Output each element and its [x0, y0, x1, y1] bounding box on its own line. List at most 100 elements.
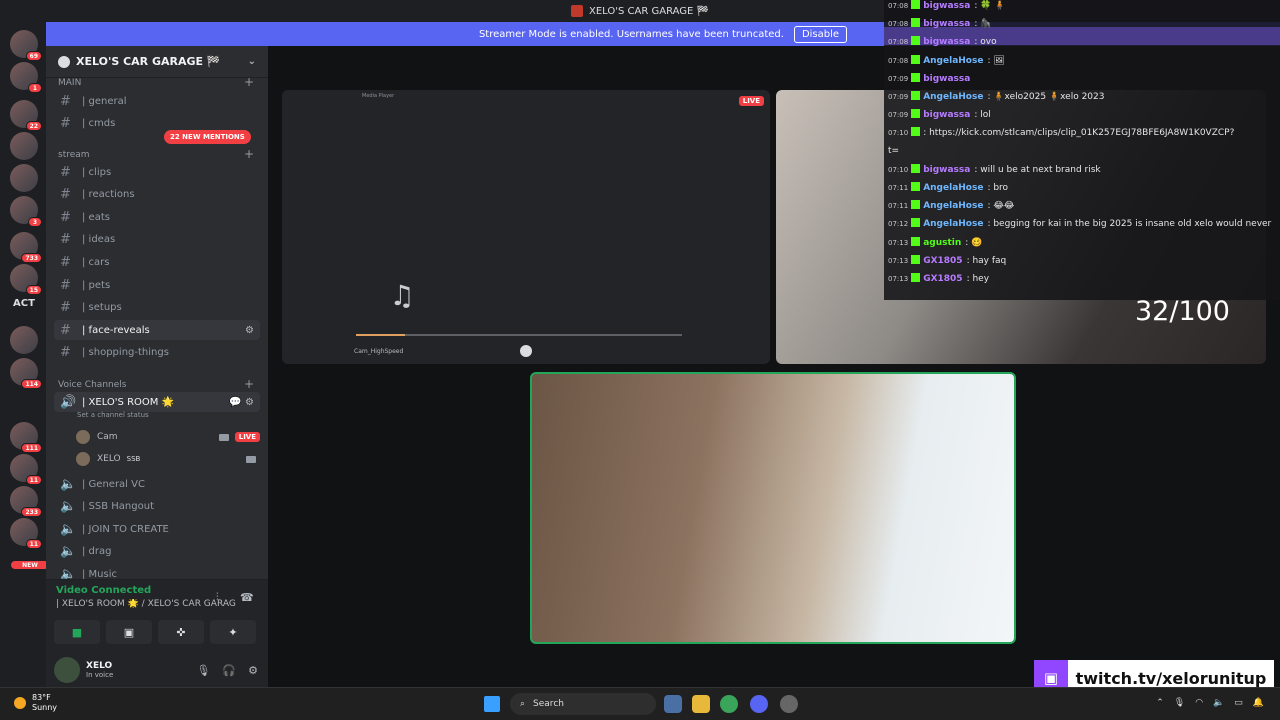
hash-icon: # — [60, 322, 71, 338]
channel-tools-icons[interactable]: 💬 ⚙ — [229, 397, 254, 408]
text-channel-item[interactable]: # | clips — [54, 162, 260, 182]
hash-icon: # — [60, 115, 71, 131]
noise-suppression-icon[interactable]: ⫶ — [216, 592, 219, 603]
add-channel-icon[interactable]: + — [244, 377, 254, 391]
user-name[interactable]: XELO — [86, 661, 113, 671]
screen-share-button[interactable]: ▣ — [106, 620, 152, 644]
server-icon[interactable]: 114 — [10, 358, 42, 389]
unread-badge: 3 — [28, 217, 42, 227]
app-icon[interactable] — [780, 695, 798, 713]
text-channel-item[interactable]: # | face-reveals ⚙ — [54, 320, 260, 341]
category-voice-channels[interactable]: Voice Channels — [58, 380, 126, 390]
weather-temp: 83°F — [32, 693, 51, 702]
text-channel-item[interactable]: # | eats — [54, 207, 260, 227]
server-icon[interactable]: 1 — [10, 62, 42, 93]
taskbar-search[interactable]: ⌕ Search — [510, 693, 656, 715]
gear-icon[interactable]: ⚙ — [248, 664, 258, 677]
add-channel-icon[interactable]: + — [244, 75, 254, 89]
avatar[interactable] — [54, 657, 80, 683]
kick-badge-icon — [911, 109, 921, 119]
category-main[interactable]: MAIN — [58, 78, 81, 88]
server-icon[interactable] — [10, 132, 38, 160]
chat-message: 07:09 bigwassa: lol — [888, 109, 1276, 120]
kick-badge-icon — [911, 254, 921, 264]
channel-label: | JOIN TO CREATE — [82, 523, 169, 535]
server-icon-act[interactable]: ACT — [6, 298, 42, 309]
disconnect-icon[interactable]: ☎ — [240, 591, 254, 604]
chat-timestamp: 07:08 — [888, 20, 909, 29]
mic-icon[interactable]: 🎙 — [1174, 698, 1185, 708]
chat-text: : hey — [966, 274, 990, 284]
channel-label: | drag — [82, 546, 112, 558]
voice-channel-item[interactable]: 🔈 | drag — [54, 542, 260, 562]
server-icon[interactable]: 233 — [10, 486, 42, 517]
chat-username: AngelaHose — [923, 92, 984, 102]
server-icon[interactable]: 3 — [10, 196, 42, 227]
pause-button[interactable] — [520, 345, 532, 357]
chat-timestamp: 07:13 — [888, 256, 909, 265]
voice-channel-item[interactable]: 🔈 | JOIN TO CREATE — [54, 519, 260, 539]
server-icon[interactable]: 11 — [10, 518, 42, 549]
media-seek-bar[interactable] — [356, 334, 682, 336]
voice-connected-status[interactable]: Video Connected — [56, 585, 151, 596]
text-channel-item[interactable]: # | setups — [54, 298, 260, 318]
server-icon[interactable]: 69 — [10, 30, 42, 61]
chrome-icon[interactable] — [720, 695, 738, 713]
media-player-window-title: Media Player — [362, 93, 395, 99]
text-channel-item[interactable]: # | cars — [54, 252, 260, 272]
battery-icon[interactable]: ▭ — [1234, 698, 1243, 708]
chat-text: : will u be at next brand risk — [974, 164, 1101, 175]
speaker-icon[interactable]: 🔈 — [1213, 698, 1224, 708]
add-channel-icon[interactable]: + — [244, 147, 254, 161]
text-channel-item[interactable]: # | shopping-things — [54, 343, 260, 363]
headphones-icon[interactable]: 🎧 — [222, 664, 236, 677]
category-stream[interactable]: stream — [58, 150, 90, 160]
activity-button[interactable]: ✜ — [158, 620, 204, 644]
server-icon[interactable] — [10, 164, 38, 192]
hash-icon: # — [60, 345, 71, 361]
system-tray: ⌃ 🎙 ◠ 🔈 ▭ 🔔 — [1156, 698, 1264, 708]
unread-badge: 1 — [28, 83, 42, 93]
text-channel-item[interactable]: # | ideas — [54, 230, 260, 250]
wifi-icon[interactable]: ◠ — [1195, 698, 1203, 708]
chat-message: 07:10: https://kick.com/stlcam/clips/cli… — [888, 127, 1276, 138]
channel-settings-icon[interactable]: ⚙ — [245, 325, 254, 336]
chat-message: 07:09 bigwassa — [888, 72, 1276, 84]
server-icon[interactable]: 733 — [10, 232, 42, 263]
disable-streamer-mode-button[interactable]: Disable — [793, 25, 848, 43]
mic-icon[interactable]: 🎙 — [196, 664, 210, 677]
server-icon[interactable]: 22 — [10, 100, 42, 131]
voice-channel-item[interactable]: 🔈 | SSB Hangout — [54, 497, 260, 517]
discord-icon[interactable] — [750, 695, 768, 713]
voice-channel-xelos-room[interactable]: 🔊 | XELO'S ROOM 🌟 💬 ⚙ — [54, 392, 260, 412]
windows-start-icon[interactable] — [484, 696, 500, 712]
server-icon[interactable]: 11 — [10, 454, 42, 485]
text-channel-item[interactable]: # | general — [54, 91, 260, 111]
stream-tile-media-player[interactable]: Media Player LIVE ♫ Cam_HighSpeed — [282, 90, 770, 364]
server-header[interactable]: XELO'S CAR GARAGE 🏁 ⌄ — [46, 46, 268, 78]
webcam-tile-active-speaker[interactable] — [530, 372, 1016, 644]
chevron-up-icon[interactable]: ⌃ — [1156, 698, 1164, 708]
text-channel-item[interactable]: # | reactions — [54, 185, 260, 205]
soundboard-button[interactable]: ✦ — [210, 620, 256, 644]
text-channel-item[interactable]: # | cmds — [54, 113, 260, 133]
chat-text: : 🍀 🧍 — [974, 1, 1006, 11]
voice-user-row[interactable]: Cam LIVE — [76, 428, 260, 446]
chevron-down-icon[interactable]: ⌄ — [248, 56, 256, 67]
folder-icon[interactable] — [692, 695, 710, 713]
channel-status-placeholder[interactable]: Set a channel status — [77, 411, 149, 419]
server-icon[interactable]: 15 — [10, 264, 42, 295]
camera-button[interactable]: ■ — [54, 620, 100, 644]
chat-timestamp: 07:10 — [888, 165, 909, 174]
server-icon[interactable]: 111 — [10, 422, 42, 453]
server-icon[interactable] — [10, 326, 38, 354]
voice-user-row[interactable]: XELO SSB — [76, 450, 260, 468]
weather-widget[interactable]: 83°F Sunny — [14, 693, 57, 713]
notification-icon[interactable]: 🔔 — [1253, 698, 1264, 708]
voice-channel-item[interactable]: 🔈 | General VC — [54, 474, 260, 494]
voice-connected-channel[interactable]: | XELO'S ROOM 🌟 / XELO'S CAR GARAGE ... — [56, 599, 236, 609]
text-channel-item[interactable]: # | pets — [54, 275, 260, 295]
file-explorer-icon[interactable] — [664, 695, 682, 713]
music-note-icon: ♫ — [389, 278, 415, 312]
chat-timestamp: 07:09 — [888, 111, 909, 120]
